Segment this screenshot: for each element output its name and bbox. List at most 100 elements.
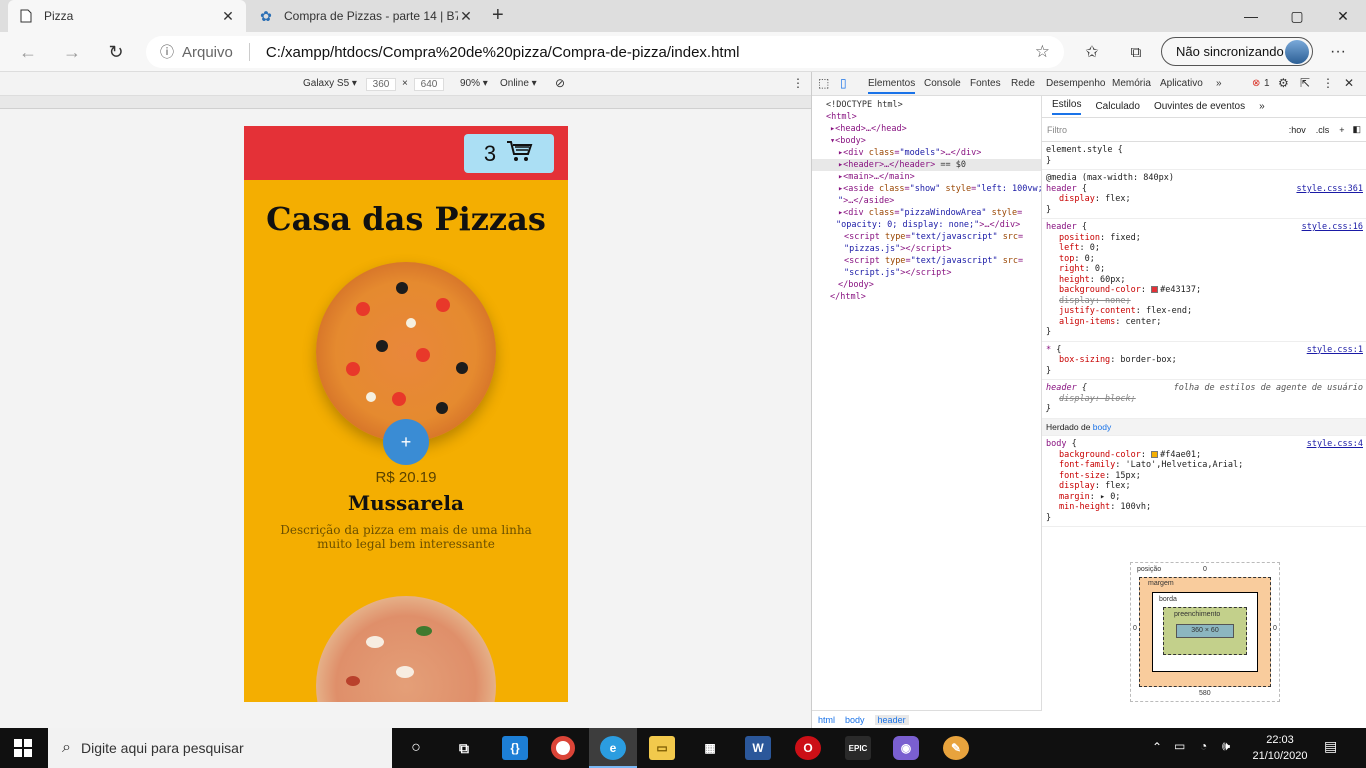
forward-arrow-icon[interactable]: → xyxy=(56,32,88,72)
refresh-icon[interactable]: ↻ xyxy=(100,32,132,72)
tab-memoria[interactable]: Memória xyxy=(1112,78,1151,89)
dom-node[interactable]: </body> xyxy=(826,279,1041,291)
css-rule[interactable]: @media (max-width: 840px) header { style… xyxy=(1042,170,1366,219)
dom-node[interactable]: ">…</aside> xyxy=(826,195,1041,207)
wifi-icon[interactable]: ◔ xyxy=(1200,739,1207,753)
css-rule[interactable]: element.style {} xyxy=(1042,142,1366,170)
tab-fontes[interactable]: Fontes xyxy=(970,78,1001,89)
dom-node[interactable]: ▸<div class="models">…</div> xyxy=(826,147,1041,159)
collections-icon[interactable]: ⧉ xyxy=(1120,32,1152,72)
breadcrumb-body[interactable]: body xyxy=(845,715,865,725)
clock[interactable]: 22:03 21/10/2020 xyxy=(1252,732,1308,764)
dom-node[interactable]: "opacity: 0; display: none;">…</div> xyxy=(826,219,1041,231)
notification-icon[interactable]: ▤ xyxy=(1324,738,1337,755)
store-icon[interactable]: ▦ xyxy=(697,736,723,760)
tab-elementos[interactable]: Elementos xyxy=(868,78,916,94)
cls-button[interactable]: .cls xyxy=(1316,125,1330,135)
tab-estilos[interactable]: Estilos xyxy=(1052,99,1082,115)
tab-desempenho[interactable]: Desempenho xyxy=(1046,78,1105,89)
vscode-icon[interactable]: {} xyxy=(502,736,528,760)
dom-node[interactable]: "pizzas.js"></script> xyxy=(826,243,1041,255)
dom-node[interactable]: <script type="text/javascript" src= xyxy=(826,255,1041,267)
minimize-button[interactable]: — xyxy=(1228,0,1274,32)
tab-console[interactable]: Console xyxy=(924,78,961,89)
rotate-icon[interactable]: ⊘ xyxy=(555,76,565,90)
feedback-icon[interactable]: ⇱ xyxy=(1300,76,1310,90)
url-input[interactable]: ⓘ Arquivo C:/xampp/htdocs/Compra%20de%20… xyxy=(146,36,1064,68)
dom-node[interactable]: <!DOCTYPE html> xyxy=(826,99,1041,111)
profile-sync-button[interactable]: Não sincronizando xyxy=(1161,37,1313,66)
paint-icon[interactable]: ✎ xyxy=(943,736,969,760)
dom-node[interactable]: ▸<head>…</head> xyxy=(826,123,1041,135)
pizza-image[interactable] xyxy=(316,596,496,702)
dom-node[interactable]: ▸<div class="pizzaWindowArea" style= xyxy=(826,207,1041,219)
zoom-select[interactable]: 90% ▾ xyxy=(460,78,488,89)
width-input[interactable]: 360 xyxy=(366,78,396,91)
tab-rede[interactable]: Rede xyxy=(1011,78,1035,89)
dom-node[interactable]: <script type="text/javascript" src= xyxy=(826,231,1041,243)
add-pizza-button[interactable]: + xyxy=(383,419,429,465)
battery-icon[interactable]: ▭ xyxy=(1174,739,1185,753)
gear-icon[interactable]: ⚙ xyxy=(1278,76,1289,90)
more-tabs-icon[interactable]: » xyxy=(1259,101,1265,112)
favorites-icon[interactable]: ✩ xyxy=(1076,32,1108,72)
error-icon[interactable]: ⊗ xyxy=(1252,78,1260,89)
opera-icon[interactable]: O xyxy=(795,736,821,760)
url-text[interactable]: C:/xampp/htdocs/Compra%20de%20pizza/Comp… xyxy=(266,44,1035,61)
edge-taskbar-button[interactable]: e xyxy=(589,728,637,768)
filter-input[interactable]: Filtro xyxy=(1047,125,1289,135)
inspect-icon[interactable]: ⬚ xyxy=(818,76,829,90)
tab-ouvintes[interactable]: Ouvintes de eventos xyxy=(1154,101,1245,112)
chrome-icon[interactable] xyxy=(551,736,575,760)
css-rule[interactable]: * { style.css:1 box-sizing: border-box; … xyxy=(1042,342,1366,380)
inherited-from-link[interactable]: body xyxy=(1093,422,1111,432)
css-rule[interactable]: body { style.css:4 background-color: #f4… xyxy=(1042,436,1366,527)
device-toggle-icon[interactable]: ▯ xyxy=(840,76,847,90)
windows-start-icon[interactable] xyxy=(14,739,32,760)
kebab-menu-icon[interactable]: ⋮ xyxy=(792,76,804,90)
tab-calculado[interactable]: Calculado xyxy=(1095,101,1139,112)
network-select[interactable]: Online ▾ xyxy=(500,78,537,89)
close-icon[interactable]: ✕ xyxy=(220,8,236,25)
cortana-icon[interactable]: ○ xyxy=(403,736,429,760)
more-icon[interactable]: ··· xyxy=(1322,32,1354,72)
hov-button[interactable]: :hov xyxy=(1289,125,1306,135)
height-input[interactable]: 640 xyxy=(414,78,444,91)
tab-aplicativo[interactable]: Aplicativo xyxy=(1160,78,1203,89)
word-icon[interactable]: W xyxy=(745,736,771,760)
maximize-button[interactable]: ▢ xyxy=(1274,0,1320,32)
dom-node[interactable]: <html> xyxy=(826,111,1041,123)
back-arrow-icon[interactable]: ← xyxy=(12,32,44,72)
pizza-image[interactable] xyxy=(316,262,496,442)
dom-node[interactable]: ▾<body> xyxy=(826,135,1041,147)
tab-pizza[interactable]: Pizza ✕ xyxy=(8,0,246,32)
dom-node[interactable]: "script.js"></script> xyxy=(826,267,1041,279)
star-icon[interactable]: ☆ xyxy=(1035,42,1050,62)
close-icon[interactable]: ✕ xyxy=(1344,76,1354,90)
cart-button[interactable]: 3 xyxy=(464,134,554,173)
dom-node-selected[interactable]: ▸<header>…</header> == $0 xyxy=(812,159,1041,171)
github-desktop-icon[interactable]: ◉ xyxy=(893,736,919,760)
close-icon[interactable]: ✕ xyxy=(458,8,474,25)
kebab-menu-icon[interactable]: ⋮ xyxy=(1322,76,1334,90)
css-rule[interactable]: header { style.css:16 position: fixed; l… xyxy=(1042,219,1366,342)
css-rule[interactable]: header { folha de estilos de agente de u… xyxy=(1042,380,1366,419)
new-tab-button[interactable]: + xyxy=(492,4,512,27)
task-view-icon[interactable]: ⧉ xyxy=(451,736,477,760)
taskbar-search[interactable]: ⌕ Digite aqui para pesquisar xyxy=(48,728,392,768)
dom-node[interactable]: ▸<main>…</main> xyxy=(826,171,1041,183)
tab-compra-de-pizzas[interactable]: ✿ Compra de Pizzas - parte 14 | B7 ✕ xyxy=(248,0,484,32)
more-tabs-icon[interactable]: » xyxy=(1216,78,1222,89)
file-explorer-icon[interactable]: ▭ xyxy=(649,736,675,760)
close-window-button[interactable]: ✕ xyxy=(1320,0,1366,32)
volume-icon[interactable]: 🕪 xyxy=(1222,738,1230,754)
new-rule-icon[interactable]: + xyxy=(1339,125,1344,135)
dom-node[interactable]: </html> xyxy=(826,291,1041,303)
chevron-up-icon[interactable]: ⌃ xyxy=(1152,740,1162,754)
device-select[interactable]: Galaxy S5 ▾ xyxy=(303,78,357,89)
breadcrumb-html[interactable]: html xyxy=(818,715,835,725)
breadcrumb-header[interactable]: header xyxy=(874,714,909,725)
info-icon[interactable]: ⓘ xyxy=(160,42,174,62)
sidebar-toggle-icon[interactable]: ◧ xyxy=(1352,124,1361,135)
epic-games-icon[interactable]: EPIC xyxy=(845,736,871,760)
